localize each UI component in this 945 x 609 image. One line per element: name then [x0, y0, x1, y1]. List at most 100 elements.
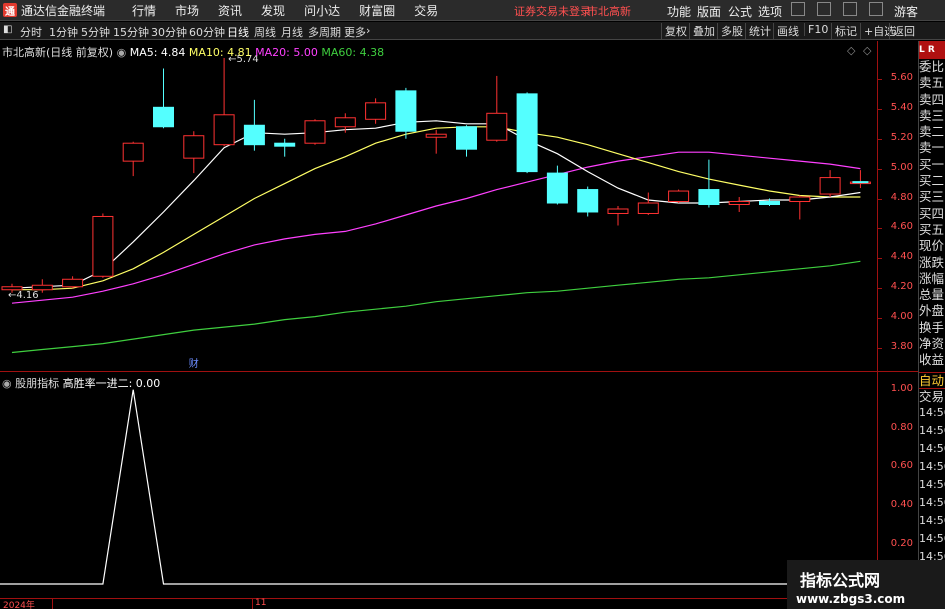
period-multi[interactable]: 多周期 [308, 24, 341, 40]
trade-time: 14:56 [919, 496, 945, 510]
menu-trade[interactable]: 交易 [414, 2, 438, 19]
candle-body [819, 177, 841, 195]
period-15min[interactable]: 15分钟 [113, 24, 149, 40]
candle [395, 87, 417, 139]
menu-formula[interactable]: 公式 [728, 3, 752, 20]
candle-body [334, 117, 356, 128]
draw-line-button[interactable]: 画线 [773, 23, 799, 39]
period-1min[interactable]: 1分钟 [49, 24, 78, 40]
indicator-tick: 0.40 [890, 499, 913, 511]
legend-toggle-icon[interactable]: ◉ [117, 46, 127, 59]
candle [92, 213, 114, 278]
quote-field-label: 委比 [919, 59, 945, 74]
close-icon[interactable] [869, 2, 883, 16]
candle-body [365, 102, 387, 120]
period-weekly[interactable]: 周线 [254, 24, 276, 40]
candle [607, 206, 629, 226]
ma20-label: MA20: 5.00 [255, 46, 318, 59]
trade-time: 14:56 [919, 442, 945, 456]
period-intraday[interactable]: 分时 [20, 24, 42, 40]
restore-icon[interactable] [843, 2, 857, 16]
login-status[interactable]: 证券交易未登录 [514, 3, 591, 19]
quote-field-label: 买五 [919, 221, 945, 237]
candle-body [92, 215, 114, 277]
menu-layout[interactable]: 版面 [697, 3, 721, 20]
period-30min[interactable]: 30分钟 [151, 24, 187, 40]
quote-field-label: 换手 [919, 319, 945, 335]
lr-toggle[interactable]: L R [919, 41, 945, 59]
menu-market[interactable]: 市场 [175, 2, 199, 19]
candle-body [183, 135, 205, 159]
candle-body [607, 208, 629, 214]
settings-icon[interactable]: ◇ [863, 44, 871, 57]
candle [425, 129, 447, 154]
price-axis: 5.60 5.40 5.20 5.00 4.80 4.60 4.40 4.20 4.00 3.80 [877, 41, 917, 371]
period-more[interactable]: 更多 [344, 24, 366, 40]
adjust-button[interactable]: 复权 [661, 23, 687, 39]
indicator-chart[interactable] [0, 372, 876, 598]
quote-field-label: 买二 [919, 173, 945, 189]
price-tick: 4.20 [890, 281, 913, 293]
period-monthly[interactable]: 月线 [281, 24, 303, 40]
candle [62, 276, 84, 289]
candle-body [62, 278, 84, 288]
date-label-year: 2024年 [3, 601, 35, 609]
period-daily[interactable]: 日线 [227, 24, 249, 40]
candle-body [304, 120, 326, 144]
candle-body [243, 124, 265, 146]
candle [274, 138, 296, 157]
indicator-toggle-icon[interactable]: ◉ [2, 377, 12, 390]
expand-icon[interactable]: ◇ [847, 44, 855, 57]
collapse-icon[interactable]: ◧ [3, 24, 12, 35]
skin-icon[interactable] [791, 2, 805, 16]
price-tick: 4.40 [890, 251, 913, 263]
quote-tab[interactable]: 交易 [919, 387, 945, 404]
mark-button[interactable]: 标记 [831, 23, 857, 39]
menu-news[interactable]: 资讯 [218, 2, 242, 19]
trade-time: 14:56 [919, 424, 945, 438]
candle-body [274, 142, 296, 147]
quote-field-label: 卖二 [919, 124, 945, 140]
indicator-name[interactable]: 股朋指标 [15, 377, 59, 390]
candle [122, 141, 144, 177]
menu-quotes[interactable]: 行情 [132, 2, 156, 19]
indicator-tick: 1.00 [890, 382, 913, 394]
menu-options[interactable]: 选项 [758, 3, 782, 20]
multi-stock-button[interactable]: 多股 [717, 23, 743, 39]
guest-label[interactable]: 游客 [894, 3, 918, 20]
stock-title[interactable]: 市北高新(日线 前复权) [2, 46, 113, 59]
period-5min[interactable]: 5分钟 [81, 24, 110, 40]
menu-discover[interactable]: 发现 [261, 2, 285, 19]
menu-wealth[interactable]: 财富圈 [359, 2, 395, 19]
quote-field-label: 净资 [919, 336, 945, 352]
menu-ask[interactable]: 问小达 [304, 2, 340, 19]
period-60min[interactable]: 60分钟 [189, 24, 225, 40]
quote-field-label: 涨幅 [919, 270, 945, 286]
candle-body [698, 189, 720, 206]
candle-body [789, 196, 811, 203]
candle [516, 92, 538, 174]
candle-body [213, 114, 235, 146]
low-price-label: ←4.16 [8, 290, 39, 301]
candle [183, 131, 205, 174]
quote-tab[interactable]: 自动 [919, 371, 945, 388]
candle [486, 75, 508, 142]
quote-field-label: 涨跌 [919, 254, 945, 270]
quote-field-label: 外盘 [919, 303, 945, 319]
minimize-icon[interactable] [817, 2, 831, 16]
back-button[interactable]: 返回 [889, 23, 915, 39]
ma20-line [11, 151, 861, 304]
stats-button[interactable]: 统计 [745, 23, 771, 39]
overlay-button[interactable]: 叠加 [689, 23, 715, 39]
candle [546, 165, 568, 205]
menu-function[interactable]: 功能 [667, 3, 691, 20]
indicator-series-label: 高胜率一进二: 0.00 [62, 377, 161, 390]
ma60-line [11, 260, 861, 354]
quote-field-label: 总量 [919, 287, 945, 303]
price-tick: 4.80 [890, 191, 913, 203]
kline-chart[interactable]: ←5.74←4.16财 [0, 41, 876, 371]
f10-button[interactable]: F10 [804, 23, 828, 36]
title-stock-name: 市北高新 [587, 5, 631, 18]
candle [668, 189, 690, 204]
more-chevron-icon[interactable]: › [366, 24, 370, 37]
